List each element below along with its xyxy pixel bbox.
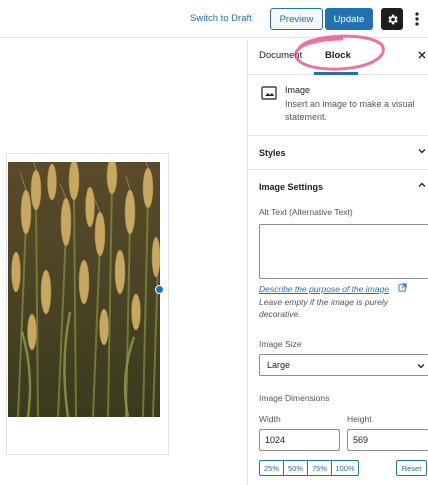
chevron-down-icon: [418, 149, 426, 154]
alt-text-input[interactable]: [259, 224, 428, 279]
chevron-down-icon: [417, 364, 425, 369]
width-input[interactable]: 1024: [259, 429, 340, 451]
image-size-select[interactable]: Large: [259, 354, 428, 376]
scale-50-button[interactable]: 50%: [283, 460, 308, 476]
styles-panel-toggle[interactable]: Styles: [248, 136, 428, 170]
image-settings-panel-toggle[interactable]: Image Settings: [248, 170, 428, 204]
alt-text-help: Leave empty if the image is purely decor…: [259, 297, 388, 319]
styles-panel-title: Styles: [259, 148, 286, 158]
chevron-up-icon: [418, 182, 426, 187]
height-value: 569: [353, 435, 369, 445]
image-dimensions-label: Image Dimensions: [259, 393, 330, 403]
highlight-circle-annotation: [294, 34, 385, 71]
gear-icon: [387, 14, 398, 24]
scale-25-button[interactable]: 25%: [259, 460, 284, 476]
settings-button[interactable]: [381, 8, 403, 30]
wheat-image[interactable]: [8, 162, 160, 417]
scale-75-button[interactable]: 75%: [307, 460, 332, 476]
switch-to-draft-link[interactable]: Switch to Draft: [190, 13, 252, 24]
percent-button-group: 25% 50% 75% 100%: [259, 460, 359, 476]
image-size-value: Large: [267, 360, 291, 370]
update-button[interactable]: Update: [325, 8, 373, 30]
block-title: Image: [285, 85, 311, 95]
preview-button[interactable]: Preview: [270, 8, 323, 30]
more-vertical-icon: [415, 12, 419, 26]
image-settings-panel-title: Image Settings: [259, 182, 324, 192]
width-label: Width: [259, 414, 281, 424]
scale-100-button[interactable]: 100%: [331, 460, 359, 476]
reset-dimensions-button[interactable]: Reset: [396, 460, 427, 476]
image-size-label: Image Size: [259, 339, 302, 349]
block-description: Insert an image to make a visual stateme…: [285, 99, 415, 122]
alt-text-label: Alt Text (Alternative Text): [259, 207, 353, 217]
height-input[interactable]: 569: [347, 429, 428, 451]
image-icon: [261, 86, 277, 100]
height-label: Height: [347, 414, 372, 424]
close-sidebar-button[interactable]: [418, 48, 426, 62]
describe-purpose-link[interactable]: Describe the purpose of the image: [259, 284, 389, 294]
image-resize-handle[interactable]: [155, 285, 164, 294]
close-icon: [418, 51, 426, 59]
sidebar-tabs: Document Block: [248, 34, 428, 75]
settings-sidebar: Document Block Image Insert an image to …: [247, 34, 428, 485]
block-card: Image Insert an image to make a visual s…: [248, 76, 428, 136]
width-value: 1024: [265, 435, 286, 445]
external-link-icon: [398, 283, 407, 292]
more-options-button[interactable]: [410, 8, 424, 30]
